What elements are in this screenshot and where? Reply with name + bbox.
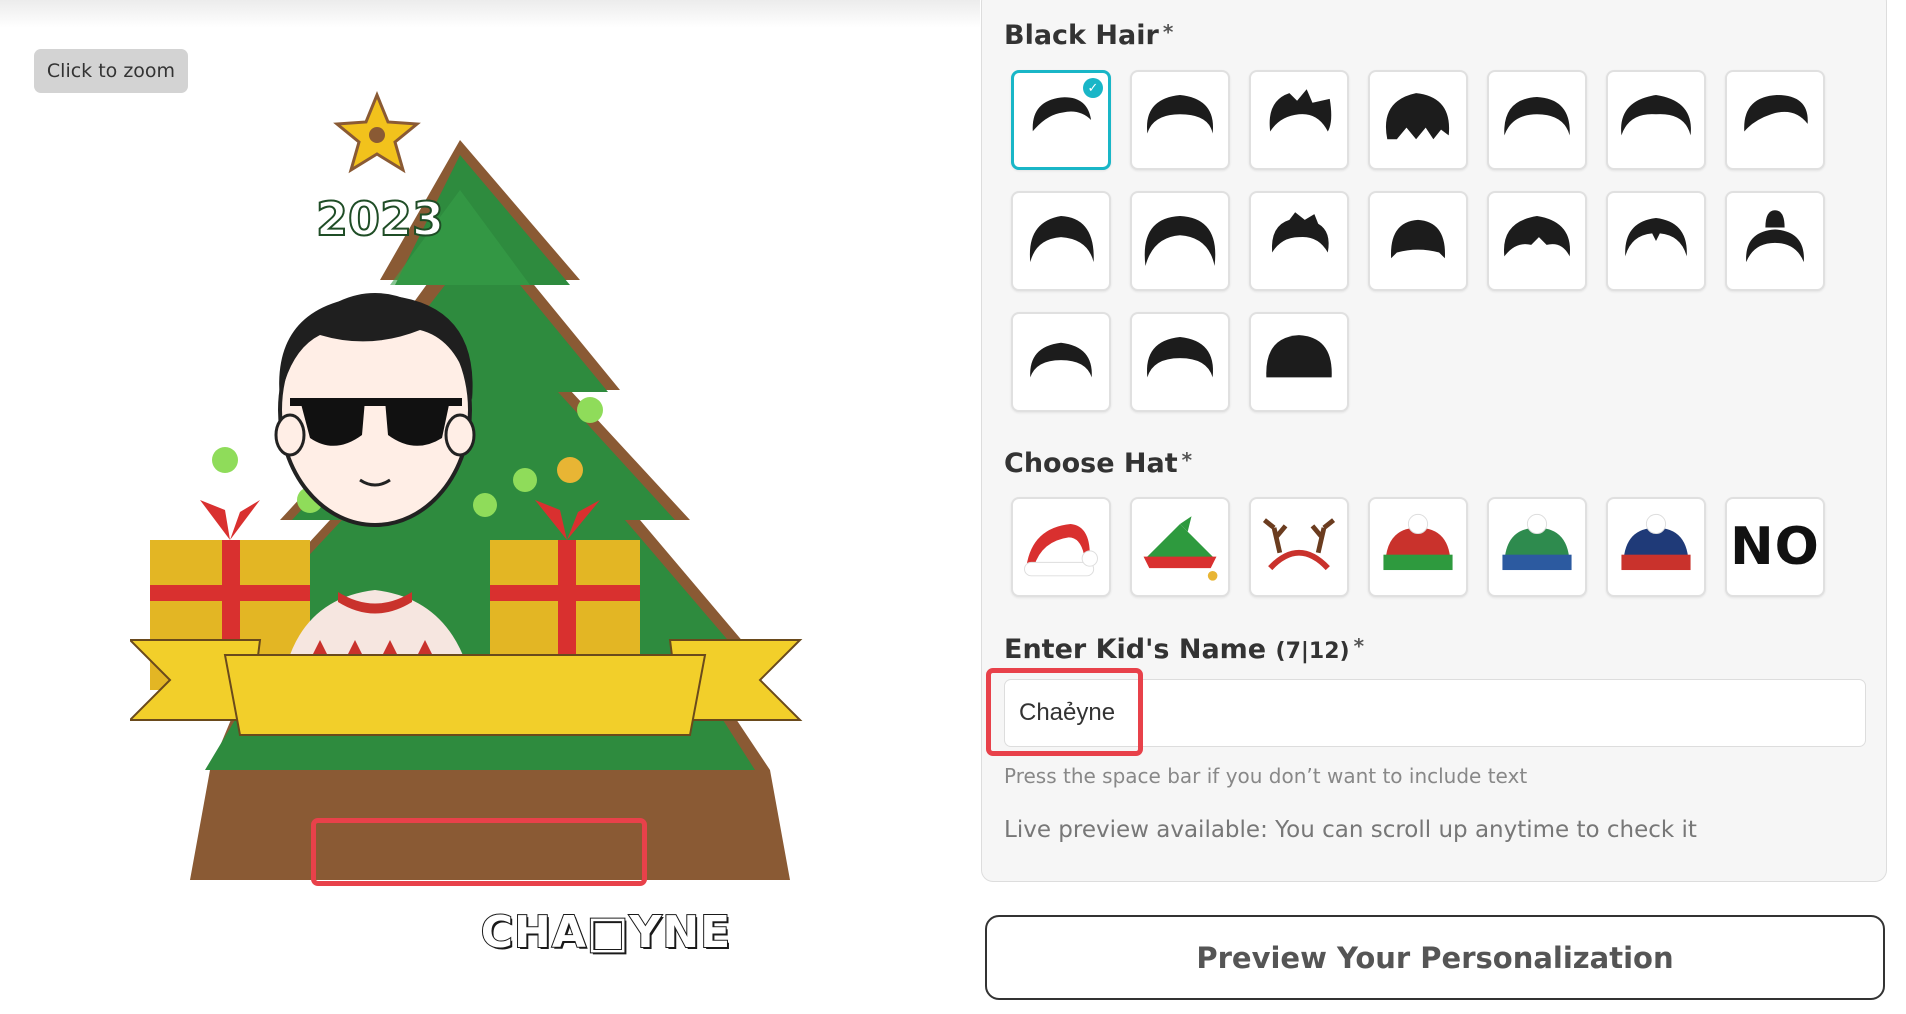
hair-curly-top-icon [1146, 95, 1214, 134]
hair-option-buzz-cap[interactable] [1368, 191, 1468, 291]
top-shade [0, 0, 980, 28]
hair-spiky-quiff-icon [1269, 89, 1332, 132]
hair-option-top-bun[interactable] [1725, 191, 1825, 291]
banner-name-text: CHA□YNE [480, 906, 732, 959]
preview-personalization-button[interactable]: Preview Your Personalization [985, 915, 1885, 1000]
space-bar-hint: Press the space bar if you don’t want to… [1004, 764, 1528, 788]
hat-option-navy-red-beanie[interactable] [1606, 497, 1706, 597]
hat-option-santa-hat[interactable] [1011, 497, 1111, 597]
hair-pompadour-icon [1029, 216, 1094, 263]
hair-top-bun-icon [1746, 210, 1804, 263]
no-hat-label: NO [1730, 517, 1820, 577]
hair-option-side-swoop[interactable] [1725, 70, 1825, 170]
hair-curly-mop-icon [1621, 95, 1691, 136]
hat-section-title: Choose Hat * [1004, 448, 1193, 479]
hat-option-elf-hat[interactable] [1130, 497, 1230, 597]
hair-option-curly-mop[interactable] [1606, 70, 1706, 170]
hair-option-middle-part[interactable] [1606, 191, 1706, 291]
banner-highlight-box [311, 818, 647, 886]
name-section-title: Enter Kid's Name (7|12) * [1004, 634, 1365, 665]
green-blue-beanie-icon [1502, 513, 1572, 571]
hair-messy-fringe-icon [1503, 216, 1571, 257]
year-text: 2023 [316, 192, 444, 246]
hair-option-spiky-short[interactable] [1249, 191, 1349, 291]
hair-spiky-short-icon [1271, 212, 1329, 253]
hair-dreadlocks-icon [1146, 337, 1214, 378]
hair-option-curly-top[interactable] [1130, 70, 1230, 170]
hair-buzz-cap-icon [1391, 219, 1445, 259]
hair-option-spiky-quiff[interactable] [1249, 70, 1349, 170]
santa-hat-icon [1024, 523, 1098, 577]
hair-option-curly-long[interactable] [1130, 191, 1230, 291]
hair-middle-part-icon [1625, 217, 1687, 257]
selected-check-icon: ✓ [1083, 78, 1103, 98]
name-input-highlight-box [986, 668, 1143, 756]
hair-wavy-icon [1504, 96, 1570, 136]
hair-flat-top-icon [1030, 342, 1092, 378]
hair-section-title: Black Hair * [1004, 20, 1174, 51]
hair-option-swept-side[interactable]: ✓ [1011, 70, 1111, 170]
hat-option-green-blue-beanie[interactable] [1487, 497, 1587, 597]
hat-option-no-hat-option[interactable]: NO [1725, 497, 1825, 597]
product-preview[interactable]: 2023 CHA□YNE [130, 80, 830, 959]
hair-twists-icon [1385, 93, 1450, 140]
red-green-beanie-icon [1383, 513, 1453, 571]
elf-hat-icon [1143, 516, 1218, 581]
reindeer-antlers-icon [1262, 518, 1336, 571]
hair-bowl-cut-icon [1266, 335, 1332, 378]
hair-option-pompadour[interactable] [1011, 191, 1111, 291]
christmas-ornament-image: 2023 [130, 91, 803, 880]
live-preview-note: Live preview available: You can scroll u… [1004, 817, 1697, 843]
hair-option-flat-top[interactable] [1011, 312, 1111, 412]
hair-side-swoop-icon [1744, 95, 1808, 132]
hat-option-red-green-beanie[interactable] [1368, 497, 1468, 597]
hair-curly-long-icon [1144, 216, 1216, 266]
hair-option-twists[interactable] [1368, 70, 1468, 170]
hat-option-reindeer-antlers[interactable] [1249, 497, 1349, 597]
hair-option-bowl-cut[interactable] [1249, 312, 1349, 412]
hair-option-messy-fringe[interactable] [1487, 191, 1587, 291]
navy-red-beanie-icon [1621, 513, 1691, 571]
hair-option-dreadlocks[interactable] [1130, 312, 1230, 412]
hair-option-wavy[interactable] [1487, 70, 1587, 170]
